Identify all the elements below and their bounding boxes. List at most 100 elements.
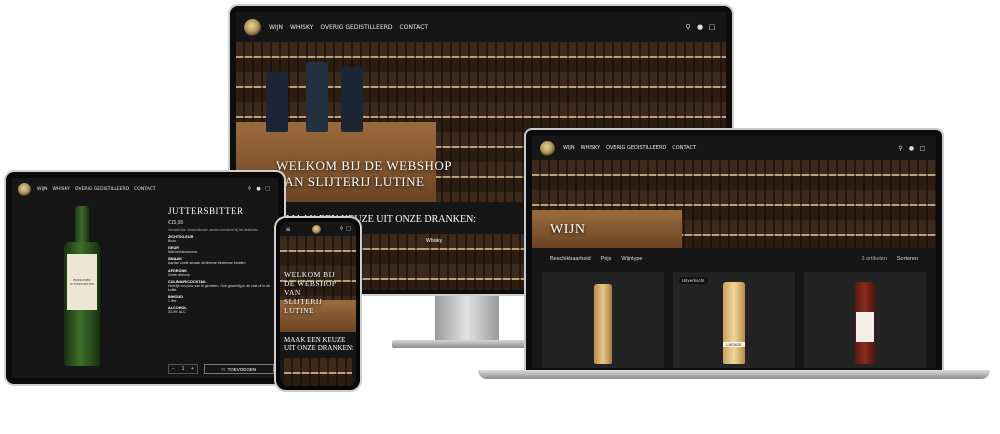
spec-value: 1 liter — [168, 299, 177, 304]
product-bottle — [594, 284, 612, 364]
sold-out-badge: Uitverkocht — [679, 277, 708, 284]
spec-value: 33,5% ALC — [168, 310, 186, 315]
nav-item-wijn[interactable]: WIJN — [37, 187, 47, 192]
monitor-neck — [435, 296, 499, 342]
spec-item: INHOUD 1 liter — [168, 295, 274, 303]
category-tile[interactable] — [284, 358, 352, 386]
cart-icon: □ — [221, 366, 225, 372]
logo[interactable] — [312, 224, 321, 234]
nav-item-contact[interactable]: CONTACT — [672, 145, 696, 151]
section-title: MAAK EEN KEUZE UIT ONZE DRANKEN: — [284, 336, 354, 352]
bottle-body: BORKUMER JUTTERS-BITTER — [64, 242, 100, 366]
logo[interactable] — [244, 18, 261, 36]
product-title: JUTTERSBITTER — [168, 206, 244, 216]
bottle-label-plate — [856, 312, 874, 342]
minus-icon[interactable]: − — [172, 366, 175, 372]
search-icon[interactable]: ⚲ — [245, 186, 254, 192]
nav-item-overig[interactable]: OVERIG GEDISTILLEERD — [606, 145, 666, 151]
spec-item: CULINAIR/COCKTAIL Heerlijk om puur van t… — [168, 280, 274, 292]
bottle — [341, 67, 363, 132]
nav-item-wijn[interactable]: WIJN — [269, 24, 283, 31]
spec-item: AFDRONK Zoete afdronk. — [168, 269, 274, 277]
menu-icon[interactable]: ≡ — [284, 226, 292, 233]
spec-value: Bruin. — [168, 239, 178, 243]
user-icon[interactable]: ● — [254, 186, 263, 192]
product-image: BORKUMER JUTTERS-BITTER — [60, 206, 104, 372]
filter-bar: Beschikbaarheid Prijs Wijntype 3 artikel… — [550, 253, 918, 265]
hero-title-line1: WELKOM BIJ DE WEBSHOP — [276, 158, 453, 173]
search-icon[interactable]: ⚲ — [682, 23, 694, 31]
tablet-device: WIJN WHISKY OVERIG GEDISTILLEERD CONTACT… — [4, 170, 286, 386]
cart-icon[interactable]: □ — [917, 145, 928, 152]
spec-value: Aardse zoete smaak uit diverse inheemse … — [168, 261, 247, 266]
add-to-cart-button[interactable]: □ TOEVOEGEN — [204, 364, 274, 374]
product-card[interactable] — [804, 272, 926, 368]
spec-item: ZICHT/KLEUR Bruin. — [168, 235, 274, 243]
nav-item-whisky[interactable]: WHISKY — [52, 187, 70, 192]
nav-item-overig[interactable]: OVERIG GEDISTILLEERD — [320, 24, 392, 31]
bottle — [306, 62, 328, 132]
tablet-screen: WIJN WHISKY OVERIG GEDISTILLEERD CONTACT… — [12, 178, 278, 378]
laptop-screen: WIJN WHISKY OVERIG GEDISTILLEERD CONTACT… — [532, 136, 936, 368]
filter-availability[interactable]: Beschikbaarheid — [550, 256, 591, 262]
tablet-nav: WIJN WHISKY OVERIG GEDISTILLEERD CONTACT… — [12, 178, 278, 200]
nav-item-whisky[interactable]: WHISKY — [290, 24, 313, 31]
phone-screen: ≡ ⚲ □ WELKOM BIJ DE WEBSHOP VAN SLIJTERI… — [280, 222, 356, 386]
product-details: JUTTERSBITTER €15,95 Inclusief btw. Verz… — [168, 206, 274, 315]
user-icon[interactable]: ● — [906, 145, 917, 152]
spec-item: ALCOHOL 33,5% ALC — [168, 306, 274, 314]
bottle-label: LAFAGE — [723, 342, 745, 347]
hero-image: WELKOM BIJ DE WEBSHOP VAN SLIJTERIJ LUTI… — [280, 236, 356, 332]
spec-value: Heerlijk om puur van te genieten. Ook ge… — [168, 283, 270, 293]
spec-value: Zoete afdronk. — [168, 272, 191, 277]
logo[interactable] — [18, 182, 31, 196]
collection-banner: WIJN — [532, 160, 936, 248]
product-bottle — [855, 282, 875, 364]
user-icon[interactable]: ● — [694, 23, 706, 31]
nav-item-whisky[interactable]: WHISKY — [581, 145, 601, 151]
product-price: €15,95 — [168, 220, 184, 226]
phone-nav: ≡ ⚲ □ — [280, 222, 356, 236]
plus-icon[interactable]: + — [191, 366, 194, 372]
monitor-base — [392, 340, 542, 348]
filter-wine-type[interactable]: Wijntype — [621, 256, 642, 262]
bottle — [266, 72, 288, 132]
product-card[interactable]: Uitverkocht LAFAGE — [673, 272, 795, 368]
product-card[interactable] — [542, 272, 664, 368]
sort-select[interactable]: Sorteren — [897, 256, 918, 262]
add-button-label: TOEVOEGEN — [227, 366, 257, 372]
bottle-label-text: BORKUMER JUTTERS-BITTER — [70, 278, 94, 286]
cart-icon[interactable]: □ — [263, 186, 272, 192]
search-icon[interactable]: ⚲ — [895, 145, 906, 152]
nav-item-contact[interactable]: CONTACT — [400, 24, 428, 31]
tax-note: Inclusief btw. Verzendkosten worden bere… — [168, 228, 260, 232]
filter-price[interactable]: Prijs — [601, 256, 612, 262]
product-count: 3 artikelen — [861, 256, 887, 262]
category-tile-whisky[interactable]: Whisky — [422, 234, 532, 290]
hero-title: WELKOM BIJ DE WEBSHOP VAN SLIJTERIJ LUTI… — [284, 270, 337, 315]
hero-title-line2: VAN SLIJTERIJ LUTINE — [276, 174, 425, 189]
spec-list: ZICHT/KLEUR Bruin. GEUR Mild kruidenarom… — [168, 235, 274, 315]
spec-item: SMAAK Aardse zoete smaak uit diverse inh… — [168, 257, 274, 265]
banner-title: WIJN — [550, 222, 586, 237]
nav-item-overig[interactable]: OVERIG GEDISTILLEERD — [75, 187, 129, 192]
laptop-base — [478, 370, 990, 379]
nav-item-contact[interactable]: CONTACT — [134, 187, 155, 192]
quantity-stepper[interactable]: − 1 + — [168, 364, 198, 374]
bottle-label: BORKUMER JUTTERS-BITTER — [67, 254, 97, 310]
tile-label: Whisky — [426, 238, 443, 244]
nav-item-wijn[interactable]: WIJN — [563, 145, 575, 151]
product-bottle: LAFAGE — [723, 282, 745, 364]
search-icon[interactable]: ⚲ — [338, 226, 345, 232]
spec-item: GEUR Mild kruidenaroma. — [168, 246, 274, 254]
laptop-nav: WIJN WHISKY OVERIG GEDISTILLEERD CONTACT… — [532, 136, 936, 160]
quantity-value: 1 — [181, 366, 185, 372]
spec-value: Mild kruidenaroma. — [168, 250, 198, 255]
cart-icon[interactable]: □ — [345, 226, 352, 232]
bottle-neck — [75, 206, 89, 246]
cart-icon[interactable]: □ — [706, 23, 718, 31]
phone-device: ≡ ⚲ □ WELKOM BIJ DE WEBSHOP VAN SLIJTERI… — [274, 216, 362, 392]
logo[interactable] — [540, 140, 555, 156]
monitor-nav: WIJN WHISKY OVERIG GEDISTILLEERD CONTACT… — [236, 12, 726, 42]
laptop-device: WIJN WHISKY OVERIG GEDISTILLEERD CONTACT… — [524, 128, 944, 372]
